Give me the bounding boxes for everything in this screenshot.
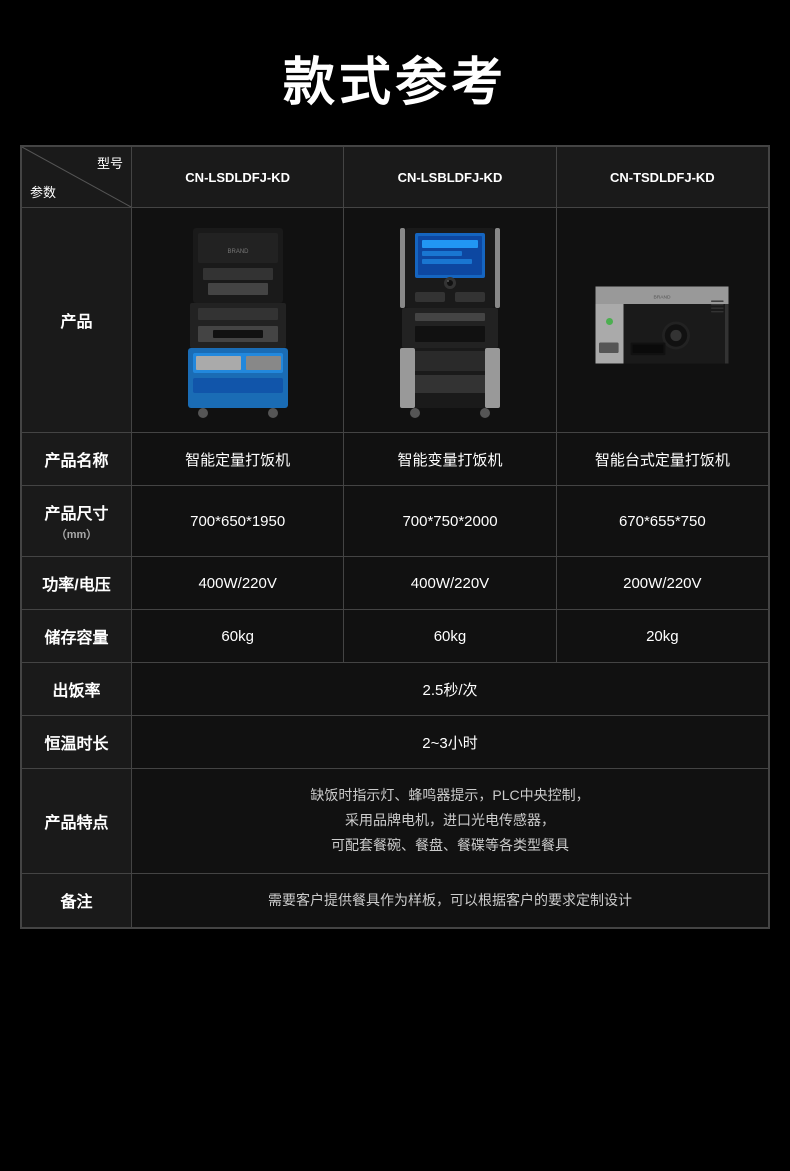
row-power-3: 200W/220V <box>556 557 768 610</box>
table-row-features: 产品特点 缺饭时指示灯、蜂鸣器提示，PLC中央控制，采用品牌电机，进口光电传感器… <box>22 769 769 874</box>
row-size-1: 700*650*1950 <box>132 486 344 557</box>
row-name-2: 智能变量打饭机 <box>344 433 556 486</box>
row-name-3: 智能台式定量打饭机 <box>556 433 768 486</box>
machine-2-svg <box>380 218 520 418</box>
row-label-power: 功率/电压 <box>22 557 132 610</box>
product-image-1: BRAND <box>132 208 344 433</box>
table-row-storage: 储存容量 60kg 60kg 20kg <box>22 610 769 663</box>
table-row-product-image: 产品 <box>22 208 769 433</box>
row-note-merged: 需要客户提供餐具作为样板，可以根据客户的要求定制设计 <box>132 873 769 927</box>
svg-text:BRAND: BRAND <box>654 294 672 300</box>
comparison-table: 型号 参数 CN-LSDLDFJ-KD CN-LSBLDFJ-KD CN-TSD… <box>20 145 770 929</box>
row-label-size: 产品尺寸 （mm） <box>22 486 132 557</box>
row-name-1: 智能定量打饭机 <box>132 433 344 486</box>
corner-cell: 型号 参数 <box>22 147 132 208</box>
row-label-note: 备注 <box>22 873 132 927</box>
product-image-2 <box>344 208 556 433</box>
page-title: 款式参考 <box>283 0 507 145</box>
svg-text:BRAND: BRAND <box>227 249 249 255</box>
row-label-rate: 出饭率 <box>22 663 132 716</box>
corner-bottom-label: 参数 <box>30 182 56 201</box>
corner-top-label: 型号 <box>97 153 123 172</box>
column-header-2: CN-LSBLDFJ-KD <box>344 147 556 208</box>
table-row-rate: 出饭率 2.5秒/次 <box>22 663 769 716</box>
row-rate-merged: 2.5秒/次 <box>132 663 769 716</box>
row-size-3: 670*655*750 <box>556 486 768 557</box>
row-storage-1: 60kg <box>132 610 344 663</box>
machine-3-svg: BRAND <box>592 218 732 418</box>
row-power-2: 400W/220V <box>344 557 556 610</box>
row-storage-2: 60kg <box>344 610 556 663</box>
row-label-name: 产品名称 <box>22 433 132 486</box>
table-row-temp: 恒温时长 2~3小时 <box>22 716 769 769</box>
row-label-storage: 储存容量 <box>22 610 132 663</box>
row-label-features: 产品特点 <box>22 769 132 874</box>
row-temp-merged: 2~3小时 <box>132 716 769 769</box>
row-size-2: 700*750*2000 <box>344 486 556 557</box>
table-row-note: 备注 需要客户提供餐具作为样板，可以根据客户的要求定制设计 <box>22 873 769 927</box>
product-image-3: BRAND <box>556 208 768 433</box>
column-header-3: CN-TSDLDFJ-KD <box>556 147 768 208</box>
row-label-temp: 恒温时长 <box>22 716 132 769</box>
row-power-1: 400W/220V <box>132 557 344 610</box>
column-header-1: CN-LSDLDFJ-KD <box>132 147 344 208</box>
table-row-name: 产品名称 智能定量打饭机 智能变量打饭机 智能台式定量打饭机 <box>22 433 769 486</box>
table-header-row: 型号 参数 CN-LSDLDFJ-KD CN-LSBLDFJ-KD CN-TSD… <box>22 147 769 208</box>
table-row-power: 功率/电压 400W/220V 400W/220V 200W/220V <box>22 557 769 610</box>
row-label-product: 产品 <box>22 208 132 433</box>
table-row-size: 产品尺寸 （mm） 700*650*1950 700*750*2000 670*… <box>22 486 769 557</box>
machine-1-svg: BRAND <box>168 218 308 418</box>
row-features-merged: 缺饭时指示灯、蜂鸣器提示，PLC中央控制，采用品牌电机，进口光电传感器，可配套餐… <box>132 769 769 874</box>
row-storage-3: 20kg <box>556 610 768 663</box>
